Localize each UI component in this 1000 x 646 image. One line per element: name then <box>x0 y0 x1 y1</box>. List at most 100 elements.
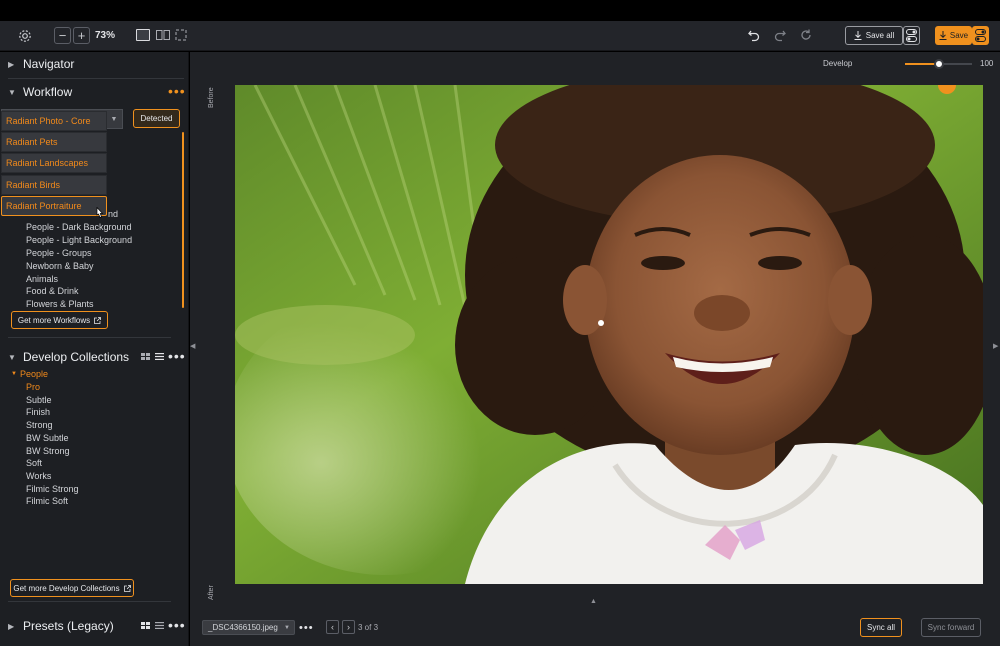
window-top-bar <box>0 0 1000 21</box>
mouse-cursor <box>95 207 105 219</box>
workflow-item[interactable]: Newborn & Baby <box>26 261 94 271</box>
sync-forward-button[interactable]: Sync forward <box>921 618 981 637</box>
next-image-button[interactable]: › <box>342 620 355 634</box>
get-more-workflows-label: Get more Workflows <box>17 315 91 325</box>
redo-icon[interactable] <box>772 27 788 43</box>
collection-item[interactable]: Filmic Strong <box>26 484 79 494</box>
collection-item[interactable]: BW Strong <box>26 446 70 456</box>
collection-item[interactable]: Finish <box>26 407 50 417</box>
presets-title: Presets (Legacy) <box>23 619 114 633</box>
reset-icon[interactable] <box>798 27 814 43</box>
workflow-item[interactable]: People - Groups <box>26 248 92 258</box>
presets-more-icon[interactable]: ••• <box>168 618 186 632</box>
dropdown-option-hovered[interactable]: Radiant Portraiture <box>1 196 107 216</box>
navigator-title: Navigator <box>23 57 75 71</box>
dropdown-option[interactable]: Radiant Photo - Core <box>1 111 107 131</box>
workflow-item[interactable]: Food & Drink <box>26 286 79 296</box>
undo-icon[interactable] <box>746 27 762 43</box>
split-view-icon[interactable] <box>156 29 170 41</box>
detected-button[interactable]: Detected <box>133 109 180 128</box>
workflow-title: Workflow <box>23 85 73 99</box>
save-label: Save <box>949 31 969 40</box>
get-more-workflows-button[interactable]: Get more Workflows <box>11 311 108 329</box>
develop-collections-header[interactable]: ▼ Develop Collections <box>8 350 129 364</box>
chevron-right-icon[interactable]: ▶ <box>993 342 998 350</box>
dropdown-option[interactable]: Radiant Landscapes <box>1 153 107 173</box>
external-link-icon <box>94 316 102 324</box>
develop-slider-thumb[interactable] <box>934 59 944 69</box>
chevron-down-icon: ▼ <box>11 371 17 377</box>
before-label-text: Before <box>208 87 215 108</box>
chevron-down-icon: ▼ <box>110 115 118 123</box>
photo-preview[interactable] <box>235 85 983 584</box>
workflow-header[interactable]: ▼ Workflow <box>8 85 72 99</box>
develop-slider-value: 100 <box>980 59 994 68</box>
zoom-out-button[interactable]: − <box>54 27 71 44</box>
filename-select[interactable]: _DSC4366150.jpeg ▼ <box>202 620 295 635</box>
previous-image-button[interactable]: ‹ <box>326 620 339 634</box>
workflow-item[interactable]: People - Light Background <box>26 235 132 245</box>
list-icon[interactable] <box>155 622 164 629</box>
zoom-level[interactable]: 73% <box>95 27 115 44</box>
toggle-icon <box>906 29 917 42</box>
workflow-item[interactable]: Flowers & Plants <box>26 299 94 309</box>
save-all-options-toggle[interactable] <box>903 26 920 45</box>
download-icon <box>939 31 947 40</box>
collection-item[interactable]: Filmic Soft <box>26 496 68 506</box>
get-more-develop-collections-button[interactable]: Get more Develop Collections <box>10 579 134 597</box>
workflow-item[interactable]: People - Dark Background <box>26 222 132 232</box>
save-options-toggle[interactable] <box>972 26 989 45</box>
get-more-collections-label: Get more Develop Collections <box>13 583 120 593</box>
develop-slider-track[interactable] <box>905 59 972 69</box>
develop-collections-more-icon[interactable]: ••• <box>168 349 186 363</box>
grid-icon[interactable] <box>141 353 150 360</box>
chevron-left-icon[interactable]: ◀ <box>190 342 195 350</box>
sync-all-label: Sync all <box>866 623 895 632</box>
chevron-down-icon: ▼ <box>8 352 16 362</box>
image-canvas-area: Develop 100 Before After ◀ ▶ ▲ _DSC43661… <box>190 52 1000 646</box>
collection-item[interactable]: Strong <box>26 420 53 430</box>
divider <box>8 78 184 79</box>
detected-label: Detected <box>140 114 173 123</box>
workflow-scrollbar[interactable] <box>182 132 184 308</box>
develop-slider-label: Develop <box>823 59 853 68</box>
collection-item[interactable]: BW Subtle <box>26 433 69 443</box>
dropdown-option[interactable]: Radiant Birds <box>1 175 107 195</box>
save-button[interactable]: Save <box>935 26 972 45</box>
collection-item[interactable]: Subtle <box>26 395 52 405</box>
chevron-right-icon: ▶ <box>8 59 15 69</box>
presets-header[interactable]: ▶ Presets (Legacy) <box>8 619 114 633</box>
divider <box>8 601 171 602</box>
zoom-in-button[interactable]: + <box>73 27 90 44</box>
chevron-down-icon: ▼ <box>8 87 16 97</box>
workflow-item-partial: nd <box>108 209 119 219</box>
after-label-text: After <box>208 585 215 600</box>
single-view-icon[interactable] <box>136 29 150 41</box>
crop-view-icon[interactable] <box>174 28 188 42</box>
collection-item[interactable]: Works <box>26 471 51 481</box>
top-toolbar: − + 73% Save all Save <box>0 21 1000 51</box>
gear-icon[interactable] <box>16 27 34 45</box>
dropdown-option[interactable]: Radiant Pets <box>1 132 107 152</box>
grid-icon[interactable] <box>141 622 150 629</box>
image-counter: 3 of 3 <box>358 623 379 632</box>
sync-all-button[interactable]: Sync all <box>860 618 902 637</box>
sync-forward-label: Sync forward <box>927 623 975 632</box>
chevron-up-icon[interactable]: ▲ <box>590 598 597 605</box>
navigator-header[interactable]: ▶ Navigator <box>8 57 74 71</box>
file-more-icon[interactable]: ••• <box>299 623 314 634</box>
develop-collections-title: Develop Collections <box>23 350 130 364</box>
workflow-more-icon[interactable]: ••• <box>168 84 186 98</box>
chevron-right-icon: › <box>347 622 350 632</box>
download-icon <box>854 31 862 40</box>
collection-item[interactable]: Soft <box>26 458 42 468</box>
collection-group-people[interactable]: ▼ People <box>11 369 48 379</box>
save-all-button[interactable]: Save all <box>845 26 903 45</box>
list-icon[interactable] <box>155 353 164 360</box>
chevron-left-icon: ‹ <box>331 622 334 632</box>
workflow-item[interactable]: Animals <box>26 274 58 284</box>
plus-icon: + <box>77 28 86 43</box>
save-all-label: Save all <box>865 31 895 40</box>
collection-item-active[interactable]: Pro <box>26 382 40 392</box>
chevron-down-icon: ▼ <box>284 624 290 631</box>
